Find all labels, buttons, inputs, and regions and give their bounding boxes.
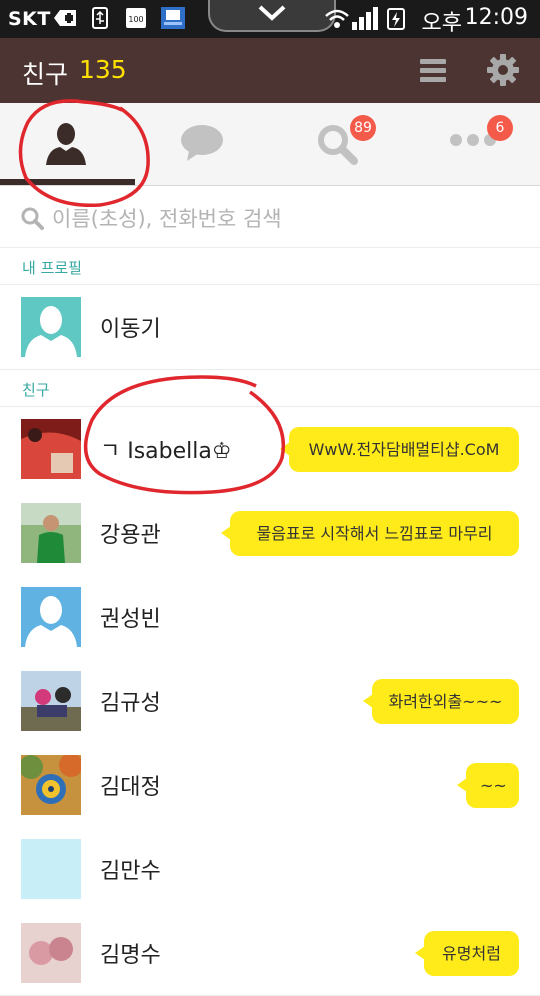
avatar: [21, 839, 81, 899]
friend-name: 김명수: [100, 943, 161, 968]
default-avatar-icon: [25, 596, 77, 647]
avatar: [21, 503, 81, 563]
default-avatar-icon: [25, 306, 77, 357]
friend-row[interactable]: 김대정 ~~: [0, 743, 540, 828]
photo-man-green: [21, 503, 81, 563]
page-title: 친구: [22, 60, 69, 89]
status-message: ~~: [457, 763, 519, 808]
section-label-my-profile: 내 프로필: [22, 259, 82, 277]
carrier-label: SKT: [8, 8, 51, 30]
battery-level-text: 100: [128, 15, 143, 24]
avatar: [21, 671, 81, 731]
friend-name: 김규성: [100, 691, 161, 716]
avatar: [21, 419, 81, 479]
charging-battery-icon: [387, 8, 405, 30]
photo-pinwheel: [21, 755, 81, 815]
clock: 12:09: [464, 5, 528, 30]
friend-count: 135: [79, 55, 127, 84]
avatar: [21, 923, 81, 983]
signal-icon: [352, 7, 378, 30]
more-badge: 6: [487, 115, 513, 141]
friend-row[interactable]: 김명수 유명처럼: [0, 911, 540, 996]
friends-section-header: 친구: [0, 370, 540, 407]
person-icon: [46, 123, 86, 165]
friend-row[interactable]: ㄱ Isabella♔ WwW.전자담배멀티샵.CoM: [0, 407, 540, 492]
my-profile-section-header: 내 프로필: [0, 248, 540, 285]
tab-more[interactable]: 6: [405, 103, 540, 185]
my-profile-row[interactable]: 이동기: [0, 285, 540, 370]
avatar: [21, 755, 81, 815]
status-message: 물음표로 시작해서 느낌표로 마무리: [221, 511, 519, 556]
photo-flowers: [21, 923, 81, 983]
friend-name: 김만수: [100, 859, 161, 884]
usb-icon: [92, 7, 108, 29]
notification-pull-handle[interactable]: [208, 0, 336, 32]
photo-red-car: [21, 419, 81, 479]
search-bar[interactable]: 이름(초성), 전화번호 검색: [0, 186, 540, 248]
avatar: [21, 297, 81, 357]
ampm-label: 오후: [421, 11, 462, 36]
active-tab-indicator: [0, 179, 135, 185]
section-label-friends: 친구: [22, 381, 50, 399]
settings-icon[interactable]: [486, 53, 520, 87]
chat-bubble-icon: [181, 125, 223, 161]
app-notification-icon: [161, 7, 185, 29]
friend-row[interactable]: 김만수: [0, 827, 540, 912]
battery-icon: 100: [126, 8, 146, 28]
find-badge: 89: [350, 115, 376, 141]
friend-row[interactable]: 김규성 화려한외출~~~: [0, 659, 540, 744]
tab-chats[interactable]: [135, 103, 270, 185]
tab-find[interactable]: 89: [270, 103, 405, 185]
chevron-down-icon: [258, 5, 286, 21]
status-message: 화려한외출~~~: [363, 679, 519, 724]
status-bar: SKT 100 오후 12:09: [0, 0, 540, 38]
wifi-icon: [325, 9, 349, 28]
friend-name: 강용관: [100, 523, 161, 548]
photo-cyclists: [21, 671, 81, 731]
search-input[interactable]: 이름(초성), 전화번호 검색: [52, 203, 282, 233]
friend-row[interactable]: 강용관 물음표로 시작해서 느낌표로 마무리: [0, 491, 540, 576]
profile-name: 이동기: [100, 317, 161, 342]
tab-friends[interactable]: [0, 103, 135, 185]
status-message: 유명처럼: [415, 931, 519, 976]
menu-icon[interactable]: [418, 56, 448, 86]
friend-name: 권성빈: [100, 607, 161, 632]
friend-row[interactable]: 권성빈: [0, 575, 540, 660]
friend-name: 김대정: [100, 775, 161, 800]
search-field-icon: [21, 207, 44, 230]
app-header: 친구 135: [0, 38, 540, 103]
plus-icon: [54, 10, 76, 26]
tab-bar: 89 6: [0, 103, 540, 186]
avatar: [21, 587, 81, 647]
status-message: WwW.전자담배멀티샵.CoM: [280, 427, 519, 472]
friend-name: ㄱ Isabella♔: [100, 439, 232, 464]
